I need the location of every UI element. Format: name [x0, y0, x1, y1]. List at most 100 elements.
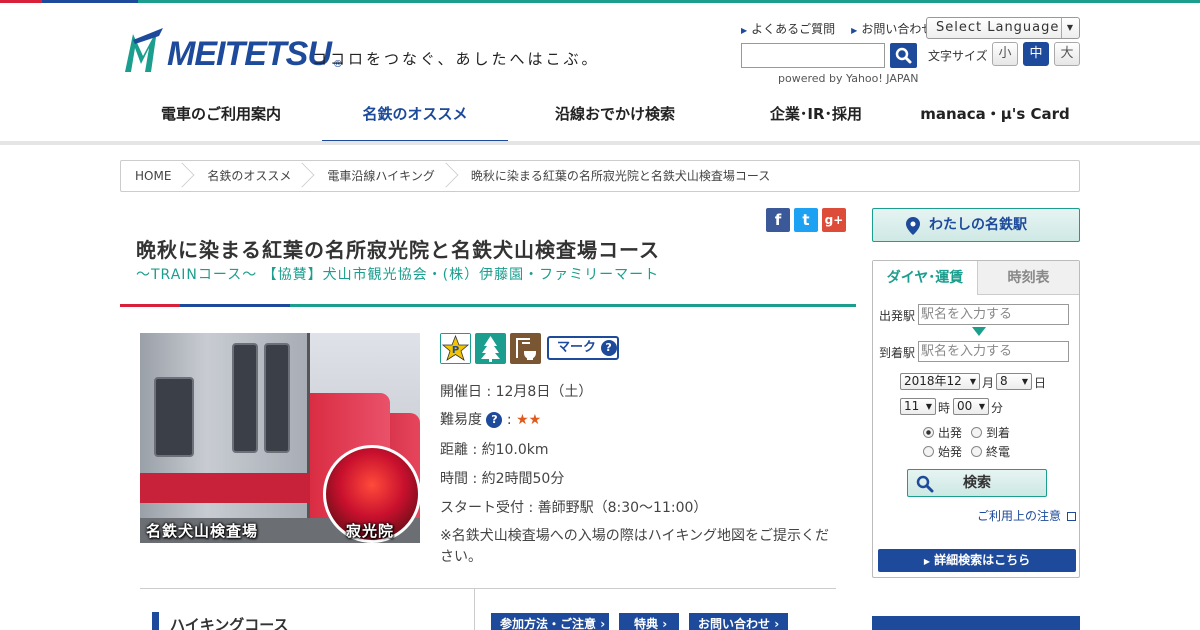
photo-label-depot: 名鉄犬山検査場: [146, 522, 259, 540]
svg-text:P: P: [452, 345, 459, 356]
difficulty-stars: ★★: [516, 412, 542, 428]
course-photo: 名鉄犬山検査場 寂光院: [140, 333, 420, 543]
breadcrumb-home[interactable]: HOME: [121, 161, 195, 191]
my-station-button[interactable]: わたしの名鉄駅: [872, 208, 1080, 242]
triangle-right-icon: ▶: [851, 26, 858, 35]
minute-unit: 分: [991, 401, 1004, 415]
title-divider-blue: [180, 304, 290, 307]
search-icon: [895, 47, 912, 64]
chevron-down-icon: ▼: [969, 377, 976, 386]
nav-train-guide[interactable]: 電車のご利用案内: [120, 94, 322, 144]
meitetsu-logo[interactable]: MEITETSU ®: [123, 24, 343, 74]
question-icon: ?: [600, 339, 617, 356]
year-month-select[interactable]: 2018年12 ▼: [900, 373, 980, 390]
tab-participation[interactable]: 参加方法・ご注意 ›: [491, 613, 609, 630]
faq-link[interactable]: ▶ よくあるご質問: [741, 20, 835, 37]
map-pin-icon: [906, 217, 920, 235]
top-accent-blue: [42, 0, 138, 3]
from-station-label: 出発駅: [879, 309, 916, 323]
usage-notes-link[interactable]: ご利用上の注意: [977, 507, 1076, 524]
toilet-icon: [510, 333, 541, 364]
mark-legend-button[interactable]: マーク ?: [547, 336, 619, 360]
breadcrumb: HOME 名鉄のオススメ 電車沿線ハイキング 晩秋に染まる紅葉の名所寂光院と名鉄…: [120, 160, 1080, 192]
nav-divider: [0, 141, 1200, 145]
top-accent-bar: [0, 0, 1200, 3]
chevron-down-icon: ▼: [1061, 18, 1079, 38]
title-divider-red: [120, 304, 180, 307]
chevron-right-icon: ›: [774, 617, 780, 630]
font-size-medium-button[interactable]: 中: [1023, 42, 1049, 66]
tab-timetable[interactable]: 時刻表: [977, 261, 1079, 295]
googleplus-share-button[interactable]: g+: [822, 208, 846, 232]
logo-text: MEITETSU: [167, 35, 332, 73]
tab-contact[interactable]: お問い合わせ ›: [689, 613, 788, 630]
facebook-share-button[interactable]: f: [766, 208, 790, 232]
minute-select[interactable]: 00 ▼: [953, 398, 989, 415]
hiking-course-heading: ハイキングコース: [170, 616, 289, 630]
font-size-label: 文字サイズ: [928, 49, 988, 63]
chevron-down-icon: ▼: [978, 402, 985, 411]
chevron-down-icon: ▼: [1021, 377, 1028, 386]
top-accent-red: [0, 0, 42, 3]
meitetsu-logo-icon: [125, 28, 163, 72]
language-select[interactable]: Select Language ▼: [926, 17, 1080, 39]
chevron-down-icon: ▼: [925, 402, 932, 411]
triangle-down-icon: [972, 327, 986, 336]
to-station-label: 到着駅: [879, 346, 916, 360]
nav-manaca[interactable]: manaca・μ's Card: [910, 94, 1080, 144]
font-size-small-button[interactable]: 小: [992, 42, 1018, 66]
utility-links: ▶ よくあるご質問 ▶ お問い合わせ: [741, 20, 933, 37]
breadcrumb-hiking[interactable]: 電車沿線ハイキング: [305, 161, 459, 191]
duration: 時間 : 約2時間50分: [440, 471, 565, 487]
radio-last-train[interactable]: 終電: [971, 443, 1010, 460]
parking-icon: P: [440, 333, 471, 364]
triangle-right-icon: ▶: [741, 26, 748, 35]
entry-note: ※名鉄犬山検査場への入場の際はハイキング地図をご提示ください。: [440, 528, 830, 565]
difficulty-help-icon[interactable]: ?: [486, 412, 503, 428]
page-title: 晩秋に染まる紅葉の名所寂光院と名鉄犬山検査場コース: [136, 238, 660, 262]
content-vertical-divider: [474, 589, 475, 630]
breadcrumb-current: 晩秋に染まる紅葉の名所寂光院と名鉄犬山検査場コース: [470, 169, 771, 183]
route-search-panel: ダイヤ･運賃 時刻表 出発駅 駅名を入力する 到着駅 駅名を入力する 2018年…: [872, 260, 1080, 578]
chevron-right-icon: ›: [600, 617, 606, 630]
section-marker: [152, 612, 159, 630]
tab-benefits[interactable]: 特典 ›: [619, 613, 679, 630]
site-search-button[interactable]: [890, 43, 917, 68]
hour-select[interactable]: 11 ▼: [900, 398, 936, 415]
page-subtitle: ～TRAINコース～ 【協賛】犬山市観光協会・(株）伊藤園・ファミリーマート: [136, 267, 660, 283]
detail-search-button[interactable]: ▶ 詳細検索はこちら: [878, 549, 1076, 572]
global-nav: 電車のご利用案内 名鉄のオススメ 沿線おでかけ検索 企業･IR･採用 manac…: [120, 94, 1080, 144]
radio-arrive[interactable]: 到着: [971, 424, 1010, 441]
day-select[interactable]: 8 ▼: [996, 373, 1032, 390]
site-search-input[interactable]: [741, 43, 885, 68]
twitter-share-button[interactable]: t: [794, 208, 818, 232]
difficulty: 難易度 ? : ★★: [440, 412, 542, 428]
route-search-button[interactable]: 検索: [907, 469, 1047, 497]
month-unit: 月: [982, 376, 995, 390]
external-link-icon: [1066, 512, 1076, 521]
search-icon: [916, 475, 934, 493]
distance: 距離 : 約10.0km: [440, 442, 549, 458]
radio-depart[interactable]: 出発: [923, 424, 962, 441]
powered-by: powered by Yahoo! JAPAN: [778, 72, 919, 85]
radio-first-train[interactable]: 始発: [923, 443, 962, 460]
content-divider: [140, 588, 836, 589]
nav-corporate[interactable]: 企業･IR･採用: [722, 94, 910, 144]
tab-timetable-fare[interactable]: ダイヤ･運賃: [873, 261, 977, 295]
contact-link[interactable]: ▶ お問い合わせ: [851, 20, 933, 37]
nav-recommend[interactable]: 名鉄のオススメ: [322, 94, 508, 144]
tagline: ココロをつなぐ、あしたへはこぶ。: [312, 50, 600, 68]
nature-tree-icon: [475, 333, 506, 364]
event-date: 開催日 : 12月8日（土）: [440, 384, 593, 400]
breadcrumb-recommend[interactable]: 名鉄のオススメ: [185, 161, 315, 191]
facebook-icon: f: [774, 211, 782, 229]
nav-outing-search[interactable]: 沿線おでかけ検索: [508, 94, 722, 144]
triangle-right-icon: ▶: [923, 557, 930, 566]
font-size-large-button[interactable]: 大: [1054, 42, 1080, 66]
from-station-input[interactable]: 駅名を入力する: [918, 304, 1069, 325]
day-unit: 日: [1034, 376, 1047, 390]
to-station-input[interactable]: 駅名を入力する: [918, 341, 1069, 362]
photo-label-temple: 寂光院: [346, 522, 395, 540]
hour-unit: 時: [938, 401, 951, 415]
start-reception: スタート受付 : 善師野駅（8:30～11:00）: [440, 500, 708, 516]
